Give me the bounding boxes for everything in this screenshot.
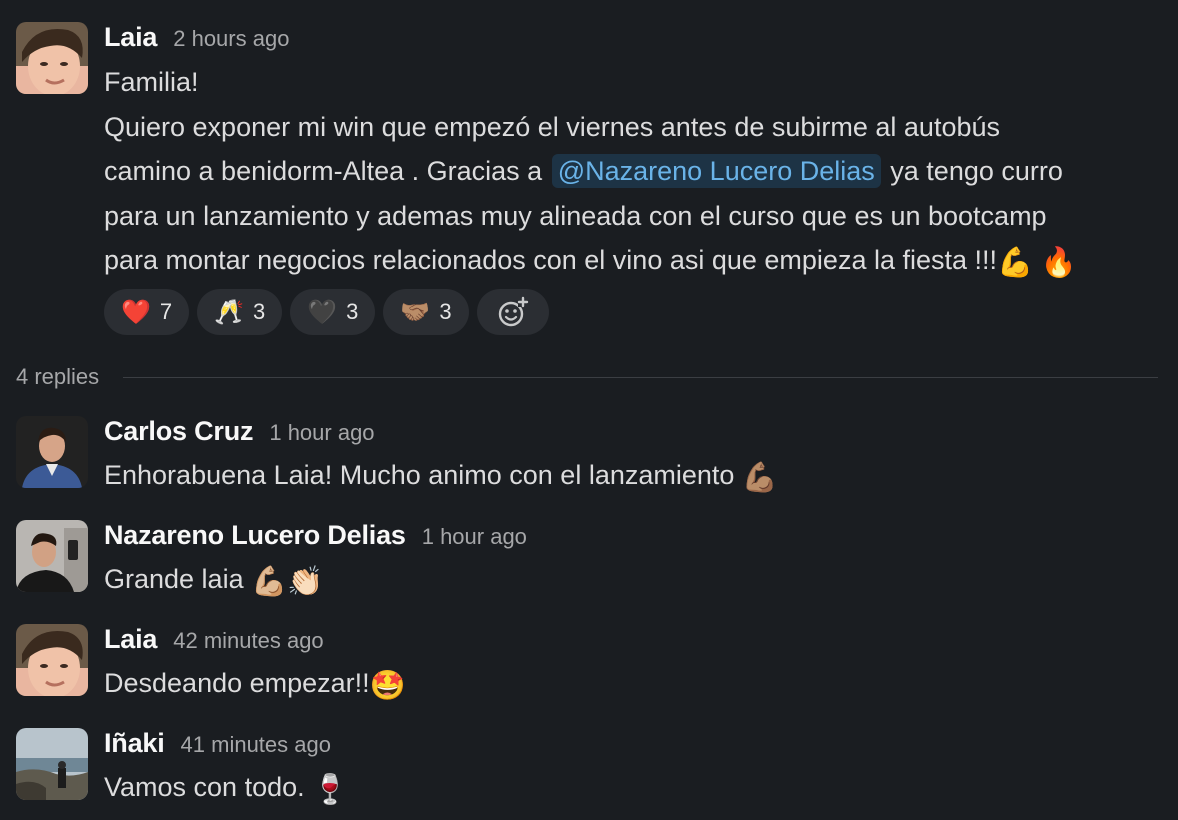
author-name[interactable]: Carlos Cruz bbox=[104, 416, 254, 447]
reaction-bar: ❤️ 7 🥂 3 🖤 3 🤝🏽 3 bbox=[104, 289, 549, 335]
reply-message: Iñaki 41 minutes ago Vamos con todo. 🍷 bbox=[0, 712, 1178, 820]
timestamp[interactable]: 42 minutes ago bbox=[173, 628, 323, 654]
star-struck-emoji: 🤩 bbox=[369, 670, 406, 702]
message-text: para montar negocios relacionados con el… bbox=[104, 245, 998, 275]
message-body: Desdeando empezar!!🤩 bbox=[104, 661, 1168, 709]
replies-count[interactable]: 4 replies bbox=[16, 364, 99, 390]
avatar-laia-image bbox=[16, 22, 88, 94]
avatar-carlos-image bbox=[16, 416, 88, 488]
message-text: Desdeando empezar!! bbox=[104, 668, 370, 698]
message-body: Grande laia 💪🏼👏🏻 bbox=[104, 557, 1168, 605]
author-name[interactable]: Laia bbox=[104, 22, 157, 53]
black-heart-emoji: 🖤 bbox=[307, 298, 338, 326]
author-name[interactable]: Iñaki bbox=[104, 728, 165, 759]
replies-divider: 4 replies bbox=[16, 364, 1158, 390]
message-header: Carlos Cruz 1 hour ago bbox=[104, 416, 375, 447]
reaction-count: 3 bbox=[439, 299, 452, 324]
avatar-inaki[interactable] bbox=[16, 728, 88, 800]
fire-emoji: 🔥 bbox=[1040, 247, 1077, 279]
avatar-inaki-image bbox=[16, 728, 88, 800]
avatar-laia-image bbox=[16, 624, 88, 696]
message-line: Familia! bbox=[104, 67, 199, 97]
heart-emoji: ❤️ bbox=[121, 298, 151, 326]
parent-message: Laia 2 hours ago Familia! Quiero exponer… bbox=[0, 0, 1178, 350]
wine-glass-emoji: 🍷 bbox=[312, 774, 349, 806]
avatar-laia[interactable] bbox=[16, 22, 88, 94]
handshake-emoji: 🤝🏽 bbox=[400, 298, 431, 326]
message-text: camino a benidorm-Altea . Gracias a bbox=[104, 156, 550, 186]
message-line: para montar negocios relacionados con el… bbox=[104, 238, 1168, 286]
message-header: Iñaki 41 minutes ago bbox=[104, 728, 331, 759]
timestamp[interactable]: 2 hours ago bbox=[173, 26, 289, 52]
reaction-count: 3 bbox=[253, 299, 266, 324]
message-line: Quiero exponer mi win que empezó el vier… bbox=[104, 111, 1000, 142]
avatar-carlos-cruz[interactable] bbox=[16, 416, 88, 488]
message-header: Nazareno Lucero Delias 1 hour ago bbox=[104, 520, 527, 551]
message-line: para un lanzamiento y ademas muy alinead… bbox=[104, 200, 1047, 231]
reply-message: Carlos Cruz 1 hour ago Enhorabuena Laia!… bbox=[0, 400, 1178, 500]
reply-message: Nazareno Lucero Delias 1 hour ago Grande… bbox=[0, 504, 1178, 604]
reply-message: Laia 42 minutes ago Desdeando empezar!!🤩 bbox=[0, 608, 1178, 708]
message-header: Laia 2 hours ago bbox=[104, 22, 289, 53]
message-text: ya tengo curro bbox=[882, 156, 1063, 186]
author-name[interactable]: Nazareno Lucero Delias bbox=[104, 520, 406, 551]
reaction-count: 3 bbox=[346, 299, 359, 324]
reaction-handshake[interactable]: 🤝🏽 3 bbox=[383, 289, 469, 335]
avatar-nazareno[interactable] bbox=[16, 520, 88, 592]
reaction-count: 7 bbox=[159, 299, 173, 324]
biceps-clapping-emoji: 💪🏼👏🏻 bbox=[251, 566, 324, 598]
reaction-clinking-glasses[interactable]: 🥂 3 bbox=[197, 289, 283, 335]
timestamp[interactable]: 1 hour ago bbox=[269, 420, 374, 446]
clinking-glasses-emoji: 🥂 bbox=[214, 298, 245, 326]
flexed-biceps-emoji: 💪🏽 bbox=[741, 462, 779, 494]
message-text: Vamos con todo. bbox=[104, 772, 313, 802]
avatar-laia[interactable] bbox=[16, 624, 88, 696]
timestamp[interactable]: 41 minutes ago bbox=[181, 732, 331, 758]
message-body: Familia! Quiero exponer mi win que empez… bbox=[104, 60, 1168, 286]
timestamp[interactable]: 1 hour ago bbox=[422, 524, 527, 550]
avatar-nazareno-image bbox=[16, 520, 88, 592]
message-text: Grande laia bbox=[104, 564, 252, 594]
reaction-heart[interactable]: ❤️ 7 bbox=[104, 289, 190, 335]
message-body: Vamos con todo. 🍷 bbox=[104, 765, 1168, 813]
flexed-biceps-emoji: 💪 bbox=[997, 247, 1034, 279]
message-body: Enhorabuena Laia! Mucho animo con el lan… bbox=[104, 453, 1168, 501]
user-mention[interactable]: @Nazareno Lucero Delias bbox=[551, 154, 881, 188]
divider-line bbox=[123, 376, 1158, 378]
reaction-black-heart[interactable]: 🖤 3 bbox=[290, 289, 376, 335]
author-name[interactable]: Laia bbox=[104, 624, 157, 655]
message-line: camino a benidorm-Altea . Gracias a @Naz… bbox=[104, 149, 1168, 194]
add-reaction-icon bbox=[498, 296, 528, 327]
message-text: Enhorabuena Laia! Mucho animo con el lan… bbox=[104, 460, 742, 490]
message-header: Laia 42 minutes ago bbox=[104, 624, 324, 655]
add-reaction-button[interactable] bbox=[476, 289, 549, 335]
